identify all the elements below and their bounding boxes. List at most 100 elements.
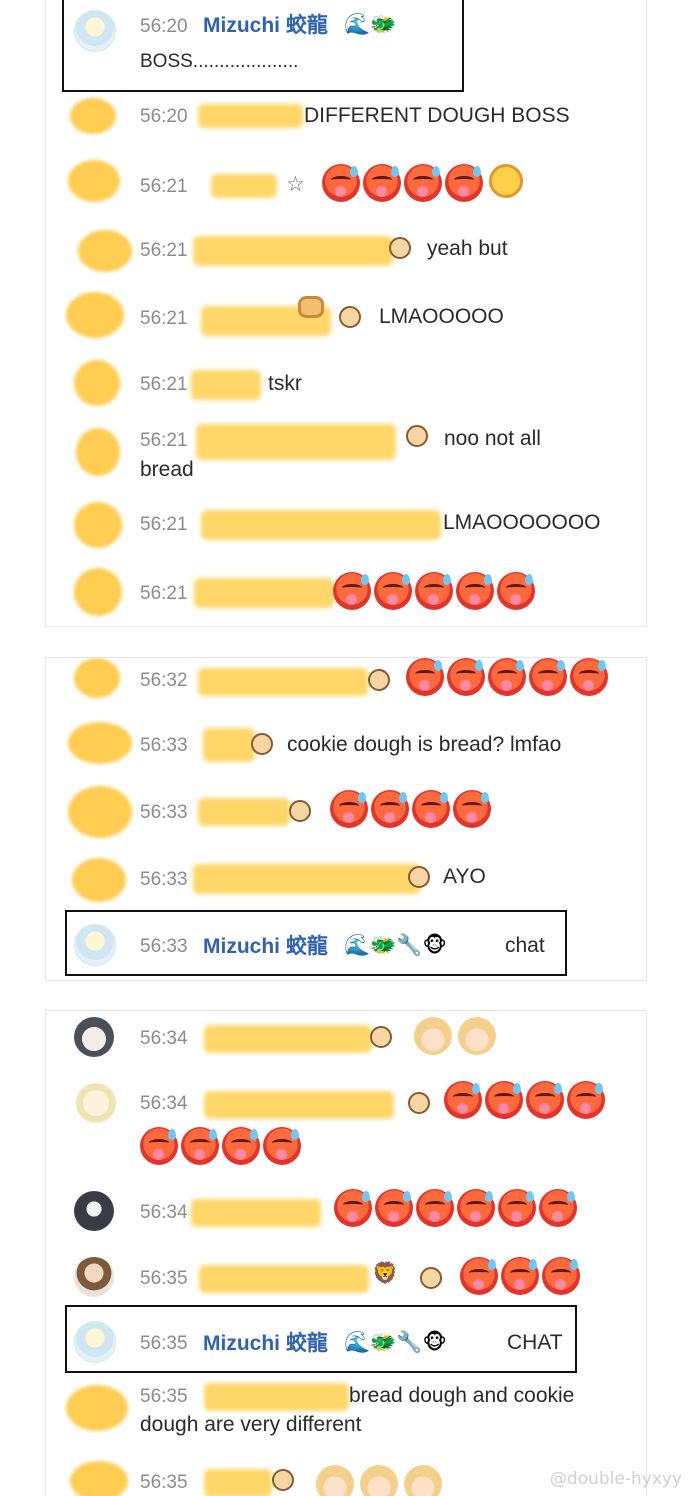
avatar[interactable] [68, 786, 132, 838]
hot-face-emoji [498, 1189, 536, 1227]
username-redacted[interactable] [204, 1025, 372, 1053]
avatar[interactable] [74, 1321, 116, 1363]
emoji-row [444, 1081, 605, 1119]
hot-face-emoji [412, 790, 450, 828]
user-badges: 🌊🐲 [344, 13, 397, 36]
username-redacted[interactable] [198, 104, 303, 128]
hot-face-emoji [181, 1127, 219, 1165]
timestamp: 56:21 [140, 583, 188, 604]
hot-face-emoji [416, 1189, 454, 1227]
hot-face-emoji [334, 1189, 372, 1227]
hot-face-emoji [263, 1127, 301, 1165]
hot-face-emoji [456, 572, 494, 610]
username-redacted[interactable] [193, 236, 393, 266]
emoji-row [333, 572, 535, 610]
avatar[interactable] [74, 924, 116, 966]
message-text: DIFFERENT DOUGH BOSS [304, 104, 570, 127]
avatar[interactable] [74, 502, 122, 548]
message-text: LMAOOOOOOO [443, 511, 601, 534]
user-badges: 🌊🐲🔧🐵 [344, 1331, 447, 1354]
avatar[interactable] [68, 722, 132, 764]
hot-face-emoji [529, 658, 567, 696]
user-badges: 🌊🐲🔧🐵 [344, 934, 447, 957]
timestamp: 56:20 [140, 106, 188, 127]
username-mizuchi[interactable]: Mizuchi 蛟龍 [203, 934, 328, 960]
monkey-badge-icon [251, 733, 273, 755]
avatar[interactable] [66, 292, 124, 338]
avatar[interactable] [72, 858, 126, 902]
hot-face-emoji [371, 790, 409, 828]
timestamp: 56:21 [140, 374, 188, 395]
monkey-badge-icon [408, 866, 430, 888]
avatar[interactable] [74, 10, 116, 52]
timestamp: 56:20 [140, 16, 188, 37]
hot-face-emoji [363, 164, 401, 202]
timestamp: 56:33 [140, 936, 188, 957]
hot-face-emoji [457, 1189, 495, 1227]
monkey-badge-icon [339, 306, 361, 328]
message-text: yeah but [427, 237, 508, 260]
avatar[interactable] [76, 1083, 116, 1123]
chat-panel-2: 56:32 56:33 cookie dough is bread? lmfao… [45, 657, 647, 981]
message-text-cont: dough are very different [140, 1413, 362, 1436]
username-redacted[interactable] [193, 864, 421, 894]
chat-panel-3: 56:34 56:34 56:34 56:35 🦁 56:35 Mizuchi … [45, 1010, 647, 1496]
hot-face-emoji [140, 1127, 178, 1165]
username-redacted[interactable] [204, 1091, 394, 1119]
timestamp: 56:33 [140, 869, 188, 890]
username-redacted[interactable] [191, 370, 261, 400]
username-mizuchi[interactable]: Mizuchi 蛟龍 [203, 13, 328, 39]
hot-face-emoji [570, 658, 608, 696]
username-redacted[interactable] [191, 1199, 321, 1227]
emoji-row [406, 658, 608, 696]
username-redacted[interactable] [204, 1383, 349, 1411]
username-redacted[interactable] [194, 578, 334, 608]
message-text: AYO [443, 865, 486, 888]
username-redacted[interactable] [198, 668, 368, 696]
timestamp: 56:21 [140, 176, 188, 197]
watermark: @double-hyxyy [549, 1469, 682, 1489]
timestamp: 56:34 [140, 1028, 188, 1049]
avatar[interactable] [74, 1257, 114, 1297]
hot-face-emoji [453, 790, 491, 828]
username-redacted[interactable] [203, 728, 255, 762]
username-redacted[interactable] [196, 424, 396, 460]
message-text: tskr [268, 372, 302, 395]
avatar[interactable] [74, 658, 120, 698]
timestamp: 56:21 [140, 308, 188, 329]
avatar[interactable] [74, 1017, 114, 1057]
username-redacted[interactable] [198, 798, 290, 826]
monkey-badge-icon [406, 425, 428, 447]
emoji-row [414, 1017, 496, 1055]
avatar[interactable] [74, 568, 122, 616]
username-redacted[interactable] [201, 510, 441, 540]
monkey-badge-icon [272, 1469, 294, 1491]
anime-face-emoji [316, 1465, 354, 1496]
monkey-badge-icon [368, 669, 390, 691]
timestamp: 56:33 [140, 802, 188, 823]
avatar[interactable] [68, 160, 120, 202]
hot-face-emoji [460, 1257, 498, 1295]
username-redacted[interactable] [211, 174, 277, 198]
avatar[interactable] [66, 1385, 128, 1431]
hot-face-emoji [404, 164, 442, 202]
anime-face-emoji [404, 1465, 442, 1496]
avatar[interactable] [70, 98, 116, 134]
hot-face-emoji [488, 658, 526, 696]
avatar[interactable] [76, 428, 120, 476]
username-redacted[interactable] [204, 1469, 272, 1496]
avatar[interactable] [74, 1191, 114, 1231]
anime-hammer-emoji [414, 1017, 452, 1055]
hot-face-emoji [333, 572, 371, 610]
username-redacted[interactable] [199, 1265, 369, 1293]
smiling-hearts-emoji [489, 164, 523, 198]
emoji-row [140, 1127, 301, 1165]
chat-panel-1: 56:20 Mizuchi 蛟龍 🌊🐲 BOSS................… [45, 0, 647, 627]
avatar[interactable] [78, 230, 132, 272]
username-mizuchi[interactable]: Mizuchi 蛟龍 [203, 1331, 328, 1357]
timestamp: 56:34 [140, 1093, 188, 1114]
hot-face-emoji [322, 164, 360, 202]
timestamp: 56:35 [140, 1268, 188, 1289]
avatar[interactable] [70, 1461, 128, 1496]
avatar[interactable] [74, 360, 120, 406]
